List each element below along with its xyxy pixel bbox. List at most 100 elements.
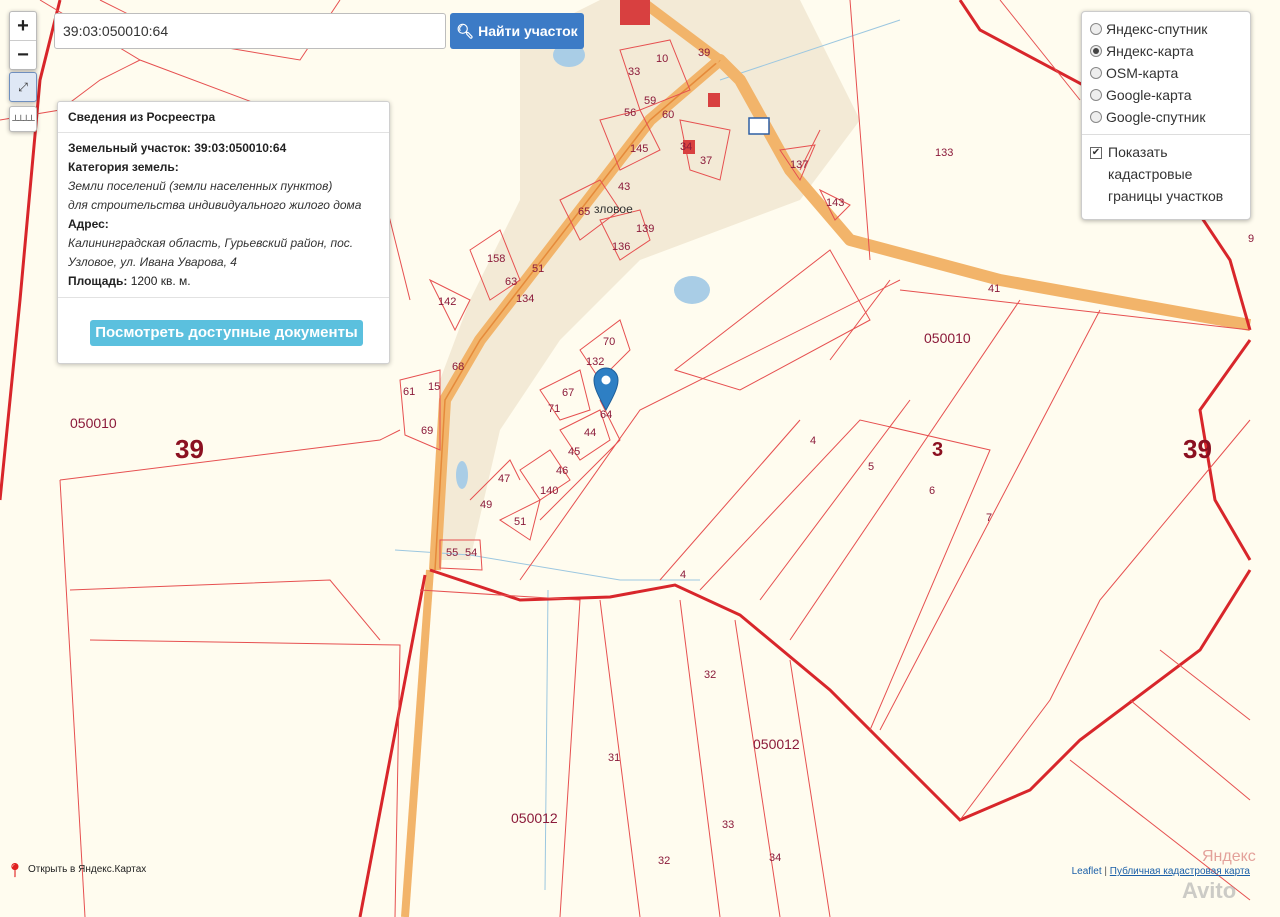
layer-option-osm-map[interactable]: OSM-карта bbox=[1090, 62, 1242, 84]
info-panel-title: Сведения из Росреестра bbox=[58, 102, 389, 133]
parcel-158: 158 bbox=[487, 253, 505, 265]
parcel-45: 45 bbox=[568, 446, 580, 458]
parcel-47: 47 bbox=[498, 473, 510, 485]
radio-selected-icon[interactable] bbox=[1090, 45, 1102, 57]
parcel-row: Земельный участок: 39:03:050010:64 bbox=[68, 139, 379, 158]
area-value: 1200 кв. м. bbox=[130, 274, 191, 288]
pond bbox=[674, 276, 710, 304]
parcel-54: 54 bbox=[465, 547, 477, 559]
quarter-label-bottom-mid: 050012 bbox=[753, 736, 800, 752]
category-value-2: для строительства индивидуального жилого… bbox=[68, 198, 362, 212]
parcel-4: 4 bbox=[810, 435, 816, 447]
address-value-2: Узловое, ул. Ивана Уварова, 4 bbox=[68, 255, 237, 269]
parcel-60: 60 bbox=[662, 109, 674, 121]
parcel-31: 31 bbox=[608, 752, 620, 764]
radio-icon[interactable] bbox=[1090, 89, 1102, 101]
parcel-55: 55 bbox=[446, 547, 458, 559]
radio-icon[interactable] bbox=[1090, 111, 1102, 123]
quarter-label-right: 050010 bbox=[924, 330, 971, 346]
pond bbox=[456, 461, 468, 489]
layer-switcher: Яндекс-спутник Яндекс-карта OSM-карта Go… bbox=[1081, 11, 1251, 220]
find-parcel-button[interactable]: 🔍︎ Найти участок bbox=[450, 13, 584, 49]
parcel-145: 145 bbox=[630, 143, 648, 155]
cadastral-boundaries-label: Показать кадастровые границы участков bbox=[1108, 144, 1224, 204]
parcel-32b: 32 bbox=[658, 855, 670, 867]
parcel-69: 69 bbox=[421, 425, 433, 437]
ruler-icon: ┴┴┴┴ bbox=[12, 115, 34, 125]
open-in-yandex-link[interactable]: 📍︎ Открыть в Яндекс.Картах bbox=[6, 857, 146, 881]
parcel-7: 7 bbox=[986, 512, 992, 524]
zoom-out-button[interactable]: − bbox=[10, 40, 36, 69]
find-parcel-label: Найти участок bbox=[478, 23, 578, 39]
parcel-34b: 34 bbox=[769, 852, 781, 864]
parcel-61: 61 bbox=[403, 386, 415, 398]
parcel-142: 142 bbox=[438, 296, 456, 308]
parcel-68: 68 bbox=[452, 361, 464, 373]
parcel-134: 134 bbox=[516, 293, 534, 305]
parcel-6: 6 bbox=[929, 485, 935, 497]
parcel-143: 143 bbox=[826, 197, 844, 209]
parcel-33: 33 bbox=[628, 66, 640, 78]
leaflet-link[interactable]: Leaflet bbox=[1072, 866, 1102, 877]
category-label: Категория земель: bbox=[68, 160, 179, 174]
area-label: Площадь: bbox=[68, 274, 128, 288]
layer-option-yandex-map[interactable]: Яндекс-карта bbox=[1090, 40, 1242, 62]
yandex-watermark: Яндекс bbox=[1202, 848, 1256, 865]
building bbox=[620, 0, 650, 25]
category-value-1: Земли поселений (земли населенных пункто… bbox=[68, 179, 333, 193]
parcel-132: 132 bbox=[586, 356, 604, 368]
parcel-4b: 4 bbox=[680, 569, 686, 581]
parcel-34: 34 bbox=[680, 141, 692, 153]
expand-arrows-icon: ⤢ bbox=[18, 80, 28, 94]
parcel-71: 71 bbox=[548, 403, 560, 415]
cadastral-boundaries-toggle[interactable]: ✔ Показать кадастровые границы участков bbox=[1090, 141, 1242, 207]
layer-option-yandex-satellite[interactable]: Яндекс-спутник bbox=[1090, 18, 1242, 40]
map-pin-icon: 📍︎ bbox=[6, 862, 24, 878]
layer-option-google-map[interactable]: Google-карта bbox=[1090, 84, 1242, 106]
radio-icon[interactable] bbox=[1090, 23, 1102, 35]
map-label-road-39: 39 bbox=[698, 47, 710, 59]
parcel-136: 136 bbox=[612, 241, 630, 253]
open-in-yandex-label: Открыть в Яндекс.Картах bbox=[28, 863, 147, 875]
avito-watermark: Avito bbox=[1182, 878, 1237, 903]
region-label-left: 39 bbox=[175, 434, 204, 464]
parcel-139: 139 bbox=[636, 223, 654, 235]
pkk-link[interactable]: Публичная кадастровая карта bbox=[1110, 866, 1250, 877]
layer-option-google-satellite[interactable]: Google-спутник bbox=[1090, 106, 1242, 128]
location-marker-icon[interactable] bbox=[593, 367, 619, 412]
area-row: Площадь: 1200 кв. м. bbox=[68, 272, 379, 291]
parcel-10: 10 bbox=[656, 53, 668, 65]
zoom-control: + − bbox=[9, 11, 37, 70]
parcel-51b: 51 bbox=[514, 516, 526, 528]
parcel-63: 63 bbox=[505, 276, 517, 288]
bus-stop-icon bbox=[748, 117, 770, 135]
fullscreen-button[interactable]: ⤢ bbox=[9, 72, 37, 102]
parcel-70: 70 bbox=[603, 336, 615, 348]
quarter-label-bottom-left: 050012 bbox=[511, 810, 558, 826]
quarter-label-left: 050010 bbox=[70, 415, 117, 431]
parcel-44: 44 bbox=[584, 427, 596, 439]
measure-button[interactable]: ┴┴┴┴ bbox=[9, 106, 37, 132]
map-label-133: 133 bbox=[935, 147, 953, 159]
address-value-1: Калининградская область, Гурьевский райо… bbox=[68, 236, 354, 250]
checkbox-checked-icon[interactable]: ✔ bbox=[1090, 147, 1102, 159]
map-label-road-43: 43 bbox=[618, 181, 630, 193]
parcel-140: 140 bbox=[540, 485, 558, 497]
parcel-33b: 33 bbox=[722, 819, 734, 831]
parcel-137: 137 bbox=[790, 159, 808, 171]
parcel-value: 39:03:050010:64 bbox=[194, 141, 287, 155]
zoom-in-button[interactable]: + bbox=[10, 12, 36, 40]
map-label-road-41: 41 bbox=[988, 283, 1000, 295]
region-label-right: 39 bbox=[1183, 434, 1212, 464]
parcel-67: 67 bbox=[562, 387, 574, 399]
parcel-49: 49 bbox=[480, 499, 492, 511]
parcel-59: 59 bbox=[644, 95, 656, 107]
cadastral-search-input[interactable] bbox=[54, 13, 446, 49]
view-documents-button[interactable]: Посмотреть доступные документы bbox=[90, 320, 363, 346]
parcel-15: 15 bbox=[428, 381, 440, 393]
radio-icon[interactable] bbox=[1090, 67, 1102, 79]
building bbox=[708, 93, 720, 107]
map-label-9: 9 bbox=[1248, 233, 1254, 245]
map-attribution: Leaflet | Публичная кадастровая карта bbox=[1071, 866, 1250, 877]
parcel-51: 51 bbox=[532, 263, 544, 275]
